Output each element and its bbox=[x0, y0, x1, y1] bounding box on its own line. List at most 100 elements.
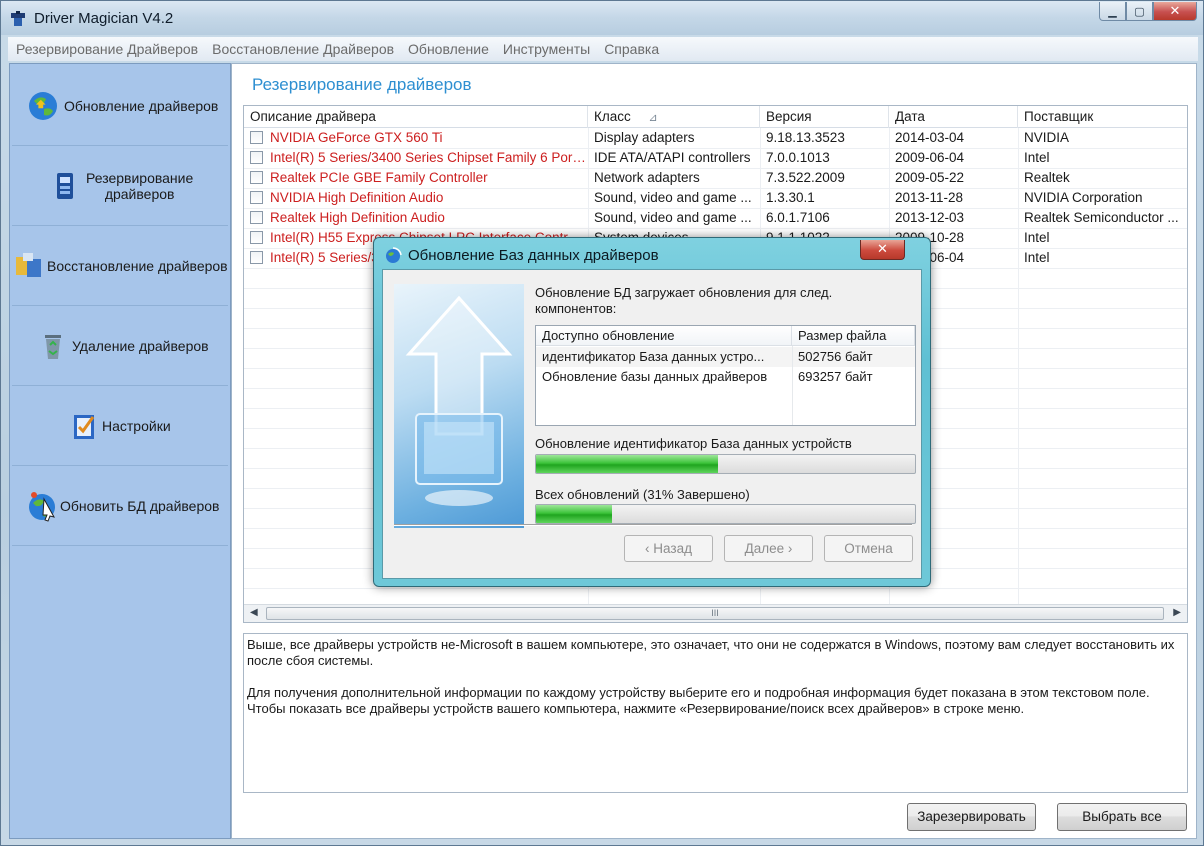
column-header-class[interactable]: Класс ⊿ bbox=[588, 106, 760, 128]
sidebar-item-settings[interactable]: Настройки bbox=[12, 386, 228, 466]
driver-date: 2013-12-03 bbox=[895, 210, 965, 225]
driver-class: Sound, video and game ... bbox=[594, 190, 752, 205]
description-box[interactable]: Выше, все драйверы устройств не-Microsof… bbox=[243, 633, 1188, 793]
list-header-update[interactable]: Доступно обновление bbox=[536, 326, 792, 346]
next-button[interactable]: Далее › bbox=[724, 535, 813, 562]
update-size: 693257 байт bbox=[798, 369, 873, 384]
table-row[interactable]: Realtek PCIe GBE Family Controller Netwo… bbox=[244, 168, 1187, 188]
driver-version: 9.18.13.3523 bbox=[766, 130, 845, 145]
sidebar-item-label: Настройки bbox=[102, 417, 171, 434]
sidebar-item-backup-drivers[interactable]: Резервирование драйверов bbox=[12, 146, 228, 226]
sidebar-item-label: Удаление драйверов bbox=[72, 337, 209, 354]
update-name: идентификатор База данных устро... bbox=[542, 349, 765, 364]
list-item[interactable]: Обновление базы данных драйверов 693257 … bbox=[536, 367, 915, 387]
progress-total-fill bbox=[536, 505, 612, 523]
restore-icon bbox=[16, 252, 41, 277]
progress-total-label: Всех обновлений (31% Завершено) bbox=[535, 487, 750, 502]
window-title: Driver Magician V4.2 bbox=[34, 10, 174, 27]
sidebar-item-label: Обновить БД драйверов bbox=[60, 497, 220, 514]
update-size: 502756 байт bbox=[798, 349, 873, 364]
driver-name: Realtek PCIe GBE Family Controller bbox=[270, 170, 488, 185]
driver-vendor: Realtek bbox=[1024, 170, 1070, 185]
column-header-description[interactable]: Описание драйвера bbox=[244, 106, 588, 128]
list-item[interactable]: идентификатор База данных устро... 50275… bbox=[536, 347, 915, 367]
menu-restore[interactable]: Восстановление Драйверов bbox=[212, 41, 394, 57]
cancel-button[interactable]: Отмена bbox=[824, 535, 913, 562]
table-row[interactable]: Realtek High Definition Audio Sound, vid… bbox=[244, 208, 1187, 228]
progress-current-label: Обновление идентификатор База данных уст… bbox=[535, 436, 852, 451]
update-arrow-illustration bbox=[394, 284, 524, 528]
upload-arrow-icon bbox=[405, 295, 513, 506]
driver-vendor: NVIDIA Corporation bbox=[1024, 190, 1143, 205]
driver-version: 1.3.30.1 bbox=[766, 190, 815, 205]
settings-check-icon bbox=[74, 414, 95, 439]
close-button[interactable]: ✕ bbox=[1153, 2, 1197, 21]
table-row[interactable]: NVIDIA High Definition Audio Sound, vide… bbox=[244, 188, 1187, 208]
column-header-version[interactable]: Версия bbox=[760, 106, 889, 128]
sidebar: Обновление драйверов Резервирование драй… bbox=[9, 63, 231, 839]
column-header-vendor[interactable]: Поставщик bbox=[1018, 106, 1187, 128]
driver-class: Network adapters bbox=[594, 170, 700, 185]
dialog-intro-text: Обновление БД загружает обновления для с… bbox=[535, 285, 833, 316]
driver-version: 6.0.1.7106 bbox=[766, 210, 830, 225]
sidebar-item-label: Обновление драйверов bbox=[64, 97, 219, 114]
driver-date: 2014-03-04 bbox=[895, 130, 965, 145]
progress-current-bar bbox=[535, 454, 916, 474]
back-button[interactable]: ‹ Назад bbox=[624, 535, 713, 562]
driver-class: Sound, video and game ... bbox=[594, 210, 752, 225]
driver-name: Intel(R) 5 Series/3400 Series Chipset Fa… bbox=[270, 150, 588, 165]
update-list: Доступно обновление Размер файла идентиф… bbox=[535, 325, 916, 426]
update-database-dialog: Обновление Баз данных драйверов ✕ Обновл… bbox=[373, 237, 931, 587]
dialog-close-button[interactable]: ✕ bbox=[860, 240, 905, 260]
driver-date: 2009-05-22 bbox=[895, 170, 965, 185]
grid-line bbox=[244, 588, 1187, 589]
sort-arrow-icon: ⊿ bbox=[648, 112, 658, 124]
update-name: Обновление базы данных драйверов bbox=[542, 369, 768, 384]
driver-name: NVIDIA High Definition Audio bbox=[270, 190, 444, 205]
minimize-button[interactable]: ▁ bbox=[1099, 2, 1126, 21]
backup-button-label: Зарезервировать bbox=[917, 809, 1026, 824]
driver-vendor: NVIDIA bbox=[1024, 130, 1070, 145]
driver-version: 7.0.0.1013 bbox=[766, 150, 830, 165]
globe-update-icon bbox=[29, 91, 57, 120]
sidebar-item-restore-drivers[interactable]: Восстановление драйверов bbox=[12, 226, 228, 306]
menu-tools[interactable]: Инструменты bbox=[503, 41, 590, 57]
driver-date: 2009-06-04 bbox=[895, 150, 965, 165]
sidebar-item-update-db[interactable]: Обновить БД драйверов bbox=[12, 466, 228, 546]
maximize-button[interactable]: ▢ bbox=[1126, 2, 1153, 21]
backup-button[interactable]: Зарезервировать bbox=[907, 803, 1036, 831]
driver-class: Display adapters bbox=[594, 130, 695, 145]
scroll-thumb[interactable]: III bbox=[266, 607, 1164, 620]
driver-version: 7.3.522.2009 bbox=[766, 170, 845, 185]
description-paragraph: Для получения дополнительной информации … bbox=[247, 685, 1150, 716]
driver-vendor: Intel bbox=[1024, 150, 1050, 165]
sidebar-item-remove-drivers[interactable]: Удаление драйверов bbox=[12, 306, 228, 386]
dialog-separator bbox=[394, 524, 912, 526]
menu-help[interactable]: Справка bbox=[604, 41, 659, 57]
table-header: Описание драйвера Класс ⊿ Версия Дата По… bbox=[244, 106, 1187, 128]
driver-vendor: Realtek Semiconductor ... bbox=[1024, 210, 1179, 225]
recycle-bin-icon bbox=[45, 334, 61, 359]
description-paragraph: Выше, все драйверы устройств не-Microsof… bbox=[247, 637, 1175, 668]
select-all-button[interactable]: Выбрать все bbox=[1057, 803, 1187, 831]
globe-refresh-icon bbox=[386, 247, 402, 263]
table-row[interactable]: NVIDIA GeForce GTX 560 Ti Display adapte… bbox=[244, 128, 1187, 148]
column-header-date[interactable]: Дата bbox=[889, 106, 1018, 128]
driver-name: Realtek High Definition Audio bbox=[270, 210, 445, 225]
sidebar-item-label: Резервирование драйверов bbox=[86, 169, 194, 202]
table-row[interactable]: Intel(R) 5 Series/3400 Series Chipset Fa… bbox=[244, 148, 1187, 168]
sidebar-item-update-drivers[interactable]: Обновление драйверов bbox=[12, 66, 228, 146]
horizontal-scrollbar[interactable]: ◀ III ▶ bbox=[244, 604, 1187, 622]
menu-backup[interactable]: Резервирование Драйверов bbox=[16, 41, 198, 57]
app-icon bbox=[11, 11, 25, 26]
menu-update[interactable]: Обновление bbox=[408, 41, 489, 57]
driver-vendor: Intel bbox=[1024, 250, 1050, 265]
select-all-button-label: Выбрать все bbox=[1082, 809, 1162, 824]
scroll-right-icon[interactable]: ▶ bbox=[1173, 607, 1181, 618]
progress-current-fill bbox=[536, 455, 718, 473]
scroll-left-icon[interactable]: ◀ bbox=[250, 607, 258, 618]
sidebar-item-label: Восстановление драйверов bbox=[47, 257, 228, 274]
driver-name: NVIDIA GeForce GTX 560 Ti bbox=[270, 130, 443, 145]
page-title: Резервирование драйверов bbox=[252, 75, 472, 94]
list-header-size[interactable]: Размер файла bbox=[792, 326, 915, 346]
